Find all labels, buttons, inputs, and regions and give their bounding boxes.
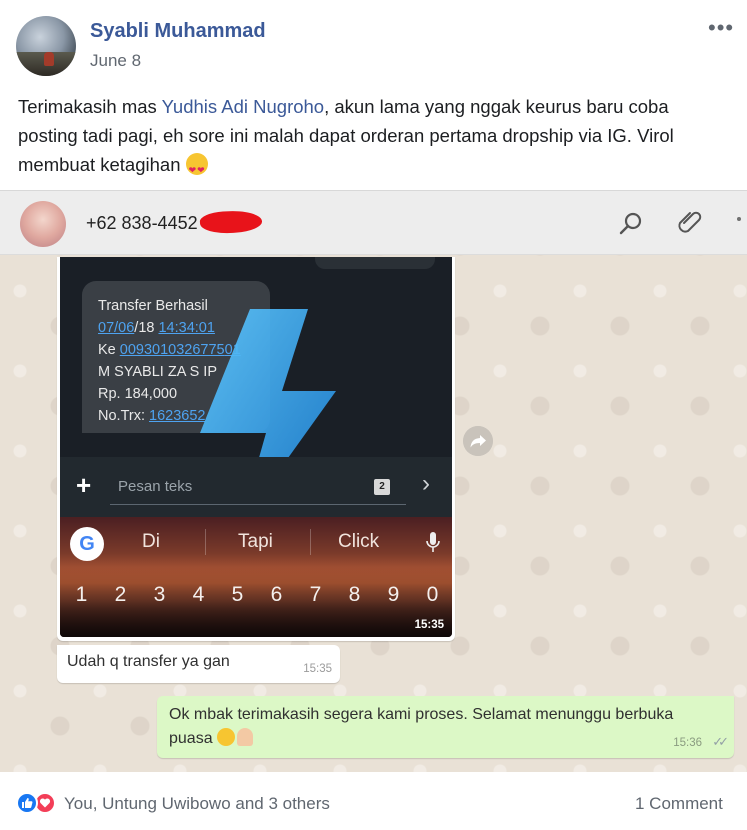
sms-trx-label: No.Trx: [98, 408, 150, 424]
compose-field: Pesan teks 2 [110, 469, 406, 505]
comment-count[interactable]: 1 Comment [635, 794, 723, 814]
keyboard: G Di Tapi Click 1 2 3 4 5 6 7 8 9 0 15:3… [60, 517, 452, 637]
contact-phone: +62 838-4452 [86, 213, 198, 233]
key-8: 8 [348, 583, 361, 606]
sms-to-label: Ke [98, 342, 120, 358]
more-options-icon[interactable]: ••• [708, 17, 734, 39]
outgoing-time: 15:36 [673, 737, 702, 749]
heart-eyes-emoji-icon [185, 153, 208, 185]
post-date[interactable]: June 8 [90, 51, 141, 71]
number-row: 1 2 3 4 5 6 7 8 9 0 [60, 583, 452, 613]
key-0: 0 [426, 583, 439, 606]
outgoing-text-wrap: Ok mbak terimakasih segera kami proses. … [169, 703, 709, 751]
post-text: Terimakasih mas Yudhis Adi Nugroho, akun… [18, 92, 733, 185]
author-avatar[interactable] [16, 16, 76, 76]
google-g-icon: G [70, 527, 104, 561]
like-reaction-icon[interactable] [16, 792, 38, 814]
incoming-message: Udah q transfer ya gan 15:35 [57, 645, 340, 683]
sms-date-rest: /18 [134, 320, 159, 336]
sms-date: 07/06 [98, 320, 135, 336]
suggestion-2: Tapi [238, 531, 273, 552]
outgoing-message: Ok mbak terimakasih segera kami proses. … [157, 696, 734, 758]
key-4: 4 [192, 583, 205, 606]
suggestion-1: Di [142, 531, 160, 552]
post-footer: You, Untung Uwibowo and 3 others 1 Comme… [0, 778, 747, 830]
sim-icon: 2 [374, 479, 390, 495]
post-header: Syabli Muhammad June 8 ••• [0, 0, 747, 84]
reactions-summary[interactable]: You, Untung Uwibowo and 3 others [64, 794, 330, 814]
incoming-time: 15:35 [303, 663, 332, 675]
redaction-scribble [199, 208, 263, 236]
suggestion-divider [310, 529, 311, 555]
search-icon [619, 212, 642, 235]
menu-dot-icon [737, 217, 741, 221]
read-ticks-icon: ✓✓ [712, 734, 729, 749]
compose-placeholder: Pesan teks [118, 478, 193, 495]
contact-avatar [20, 201, 66, 247]
suggestion-3: Click [338, 531, 380, 552]
plus-icon: + [76, 470, 92, 500]
key-2: 2 [114, 583, 127, 606]
sms-screenshot-image: Transfer Berhasil 07/06/18 14:34:01 Ke 0… [60, 257, 452, 637]
image-timestamp: 15:35 [414, 619, 444, 631]
author-name[interactable]: Syabli Muhammad [90, 20, 266, 43]
smiling-emoji-icon [217, 728, 236, 746]
suggestion-divider [205, 529, 206, 555]
compose-bar: + Pesan teks 2 › [60, 457, 452, 517]
key-3: 3 [153, 583, 166, 606]
forward-icon [463, 426, 493, 456]
mention-link[interactable]: Yudhis Adi Nugroho [162, 96, 325, 117]
microphone-icon [426, 532, 440, 552]
post-text-start: Terimakasih mas [18, 96, 162, 117]
key-1: 1 [75, 583, 88, 606]
chat-header: +62 838-4452 [0, 191, 747, 255]
incoming-text: Udah q transfer ya gan [67, 653, 230, 670]
image-message: Transfer Berhasil 07/06/18 14:34:01 Ke 0… [57, 257, 455, 641]
attach-icon [678, 211, 702, 233]
key-9: 9 [387, 583, 400, 606]
key-5: 5 [231, 583, 244, 606]
folded-hands-emoji-icon [237, 728, 254, 746]
whatsapp-screenshot[interactable]: +62 838-4452 Transfer Berhasil 07/06/18 … [0, 190, 747, 772]
key-7: 7 [309, 583, 322, 606]
key-6: 6 [270, 583, 283, 606]
previous-sms-bubble [315, 257, 435, 269]
send-chevron-icon: › [422, 470, 430, 497]
